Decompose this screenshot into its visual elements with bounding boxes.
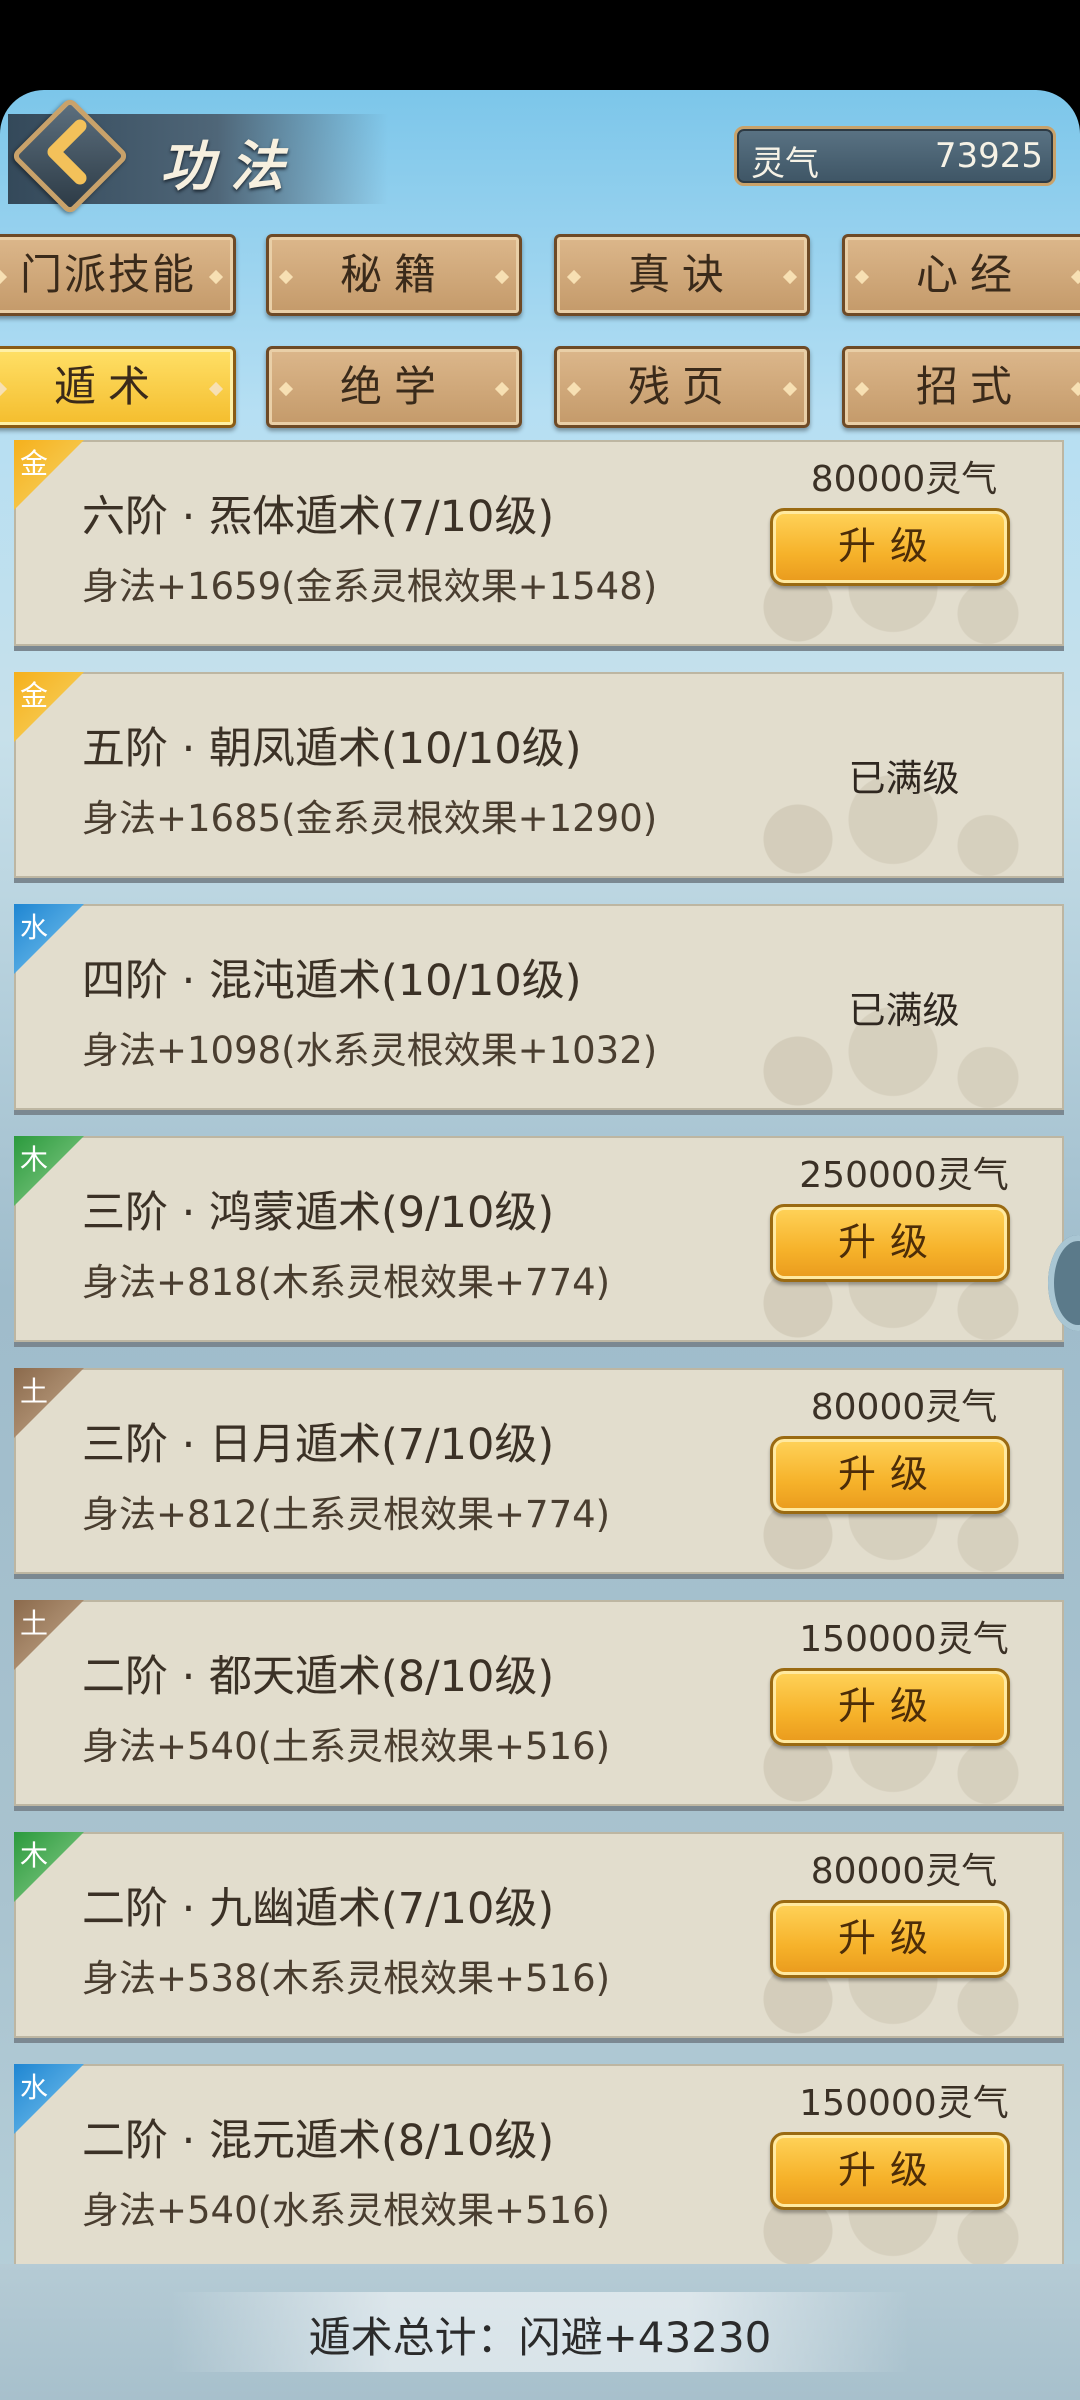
upgrade-button[interactable]: 升级 xyxy=(770,1668,1010,1746)
back-button[interactable] xyxy=(10,96,130,216)
app-screen: 功法 灵气 73925 门派技能 秘籍 真诀 心经 遁术 绝学 残页 招式 金 … xyxy=(0,90,1080,2400)
element-badge-wood: 木 xyxy=(14,1136,84,1206)
tab-heart-sutra[interactable]: 心经 xyxy=(842,234,1080,316)
skill-name: 六阶 · 炁体遁术(7/10级) xyxy=(82,492,555,542)
skill-list[interactable]: 金 六阶 · 炁体遁术(7/10级) 身法+1659(金系灵根效果+1548) … xyxy=(0,440,1080,2340)
skill-card: 木 三阶 · 鸿蒙遁术(9/10级) 身法+818(木系灵根效果+774) 25… xyxy=(14,1136,1064,1342)
upgrade-cost: 250000灵气 xyxy=(799,1155,1009,1196)
tab-label: 心经 xyxy=(915,250,1024,299)
tab-label: 门派技能 xyxy=(19,250,196,299)
skill-name: 二阶 · 九幽遁术(7/10级) xyxy=(82,1884,555,1934)
skill-effect: 身法+540(土系灵根效果+516) xyxy=(82,1725,611,1768)
skill-card: 水 四阶 · 混沌遁术(10/10级) 身法+1098(水系灵根效果+1032)… xyxy=(14,904,1064,1110)
skill-name: 五阶 · 朝凤遁术(10/10级) xyxy=(82,724,582,774)
tab-sect-skills[interactable]: 门派技能 xyxy=(0,234,236,316)
upgrade-cost: 80000灵气 xyxy=(810,459,998,500)
chevron-left-icon xyxy=(47,119,87,185)
upgrade-button[interactable]: 升级 xyxy=(770,1900,1010,1978)
max-level-status: 已满级 xyxy=(848,757,960,800)
upgrade-button[interactable]: 升级 xyxy=(770,1436,1010,1514)
escape-arts-total: 遁术总计：闪避+43230 xyxy=(308,2313,772,2362)
skill-effect: 身法+540(水系灵根效果+516) xyxy=(82,2189,611,2232)
skill-card: 土 二阶 · 都天遁术(8/10级) 身法+540(土系灵根效果+516) 15… xyxy=(14,1600,1064,1806)
max-level-status: 已满级 xyxy=(848,989,960,1032)
tab-label: 绝学 xyxy=(339,362,448,411)
skill-effect: 身法+1659(金系灵根效果+1548) xyxy=(82,565,658,608)
currency-value: 73925 xyxy=(934,136,1043,176)
skill-card: 土 三阶 · 日月遁术(7/10级) 身法+812(土系灵根效果+774) 80… xyxy=(14,1368,1064,1574)
skill-card: 木 二阶 · 九幽遁术(7/10级) 身法+538(木系灵根效果+516) 80… xyxy=(14,1832,1064,2038)
tab-true-formula[interactable]: 真诀 xyxy=(554,234,810,316)
tab-ultimate-arts[interactable]: 绝学 xyxy=(266,346,522,428)
upgrade-button[interactable]: 升级 xyxy=(770,2132,1010,2210)
upgrade-cost: 150000灵气 xyxy=(799,2083,1009,2124)
tab-label: 秘籍 xyxy=(339,250,448,299)
page-title: 功法 xyxy=(160,135,300,198)
element-badge-gold: 金 xyxy=(14,672,84,742)
element-badge-gold: 金 xyxy=(14,440,84,510)
tab-label: 招式 xyxy=(915,362,1024,411)
skill-card: 金 五阶 · 朝凤遁术(10/10级) 身法+1685(金系灵根效果+1290)… xyxy=(14,672,1064,878)
skill-card: 金 六阶 · 炁体遁术(7/10级) 身法+1659(金系灵根效果+1548) … xyxy=(14,440,1064,646)
element-badge-water: 水 xyxy=(14,2064,84,2134)
summary-footer: 遁术总计：闪避+43230 xyxy=(0,2264,1080,2400)
tab-moves[interactable]: 招式 xyxy=(842,346,1080,428)
upgrade-cost: 80000灵气 xyxy=(810,1387,998,1428)
skill-effect: 身法+812(土系灵根效果+774) xyxy=(82,1493,611,1536)
skill-effect: 身法+1098(水系灵根效果+1032) xyxy=(82,1029,658,1072)
tab-secret-books[interactable]: 秘籍 xyxy=(266,234,522,316)
tab-label: 真诀 xyxy=(627,250,736,299)
element-badge-earth: 土 xyxy=(14,1368,84,1438)
skill-card: 水 二阶 · 混元遁术(8/10级) 身法+540(水系灵根效果+516) 15… xyxy=(14,2064,1064,2270)
currency-display: 灵气 73925 xyxy=(734,126,1056,186)
skill-name: 二阶 · 都天遁术(8/10级) xyxy=(82,1652,555,1702)
upgrade-cost: 80000灵气 xyxy=(810,1851,998,1892)
element-badge-water: 水 xyxy=(14,904,84,974)
upgrade-button[interactable]: 升级 xyxy=(770,508,1010,586)
skill-name: 三阶 · 日月遁术(7/10级) xyxy=(82,1420,555,1470)
skill-effect: 身法+1685(金系灵根效果+1290) xyxy=(82,797,658,840)
skill-effect: 身法+538(木系灵根效果+516) xyxy=(82,1957,611,2000)
skill-effect: 身法+818(木系灵根效果+774) xyxy=(82,1261,611,1304)
tab-escape-arts[interactable]: 遁术 xyxy=(0,346,236,428)
skill-name: 四阶 · 混沌遁术(10/10级) xyxy=(82,956,582,1006)
upgrade-cost: 150000灵气 xyxy=(799,1619,1009,1660)
currency-label: 灵气 xyxy=(751,144,819,184)
element-badge-wood: 木 xyxy=(14,1832,84,1902)
skill-name: 二阶 · 混元遁术(8/10级) xyxy=(82,2116,555,2166)
upgrade-button[interactable]: 升级 xyxy=(770,1204,1010,1282)
skill-name: 三阶 · 鸿蒙遁术(9/10级) xyxy=(82,1188,555,1238)
tab-label: 遁术 xyxy=(53,362,162,411)
element-badge-earth: 土 xyxy=(14,1600,84,1670)
tab-remnant-pages[interactable]: 残页 xyxy=(554,346,810,428)
tab-label: 残页 xyxy=(627,362,736,411)
